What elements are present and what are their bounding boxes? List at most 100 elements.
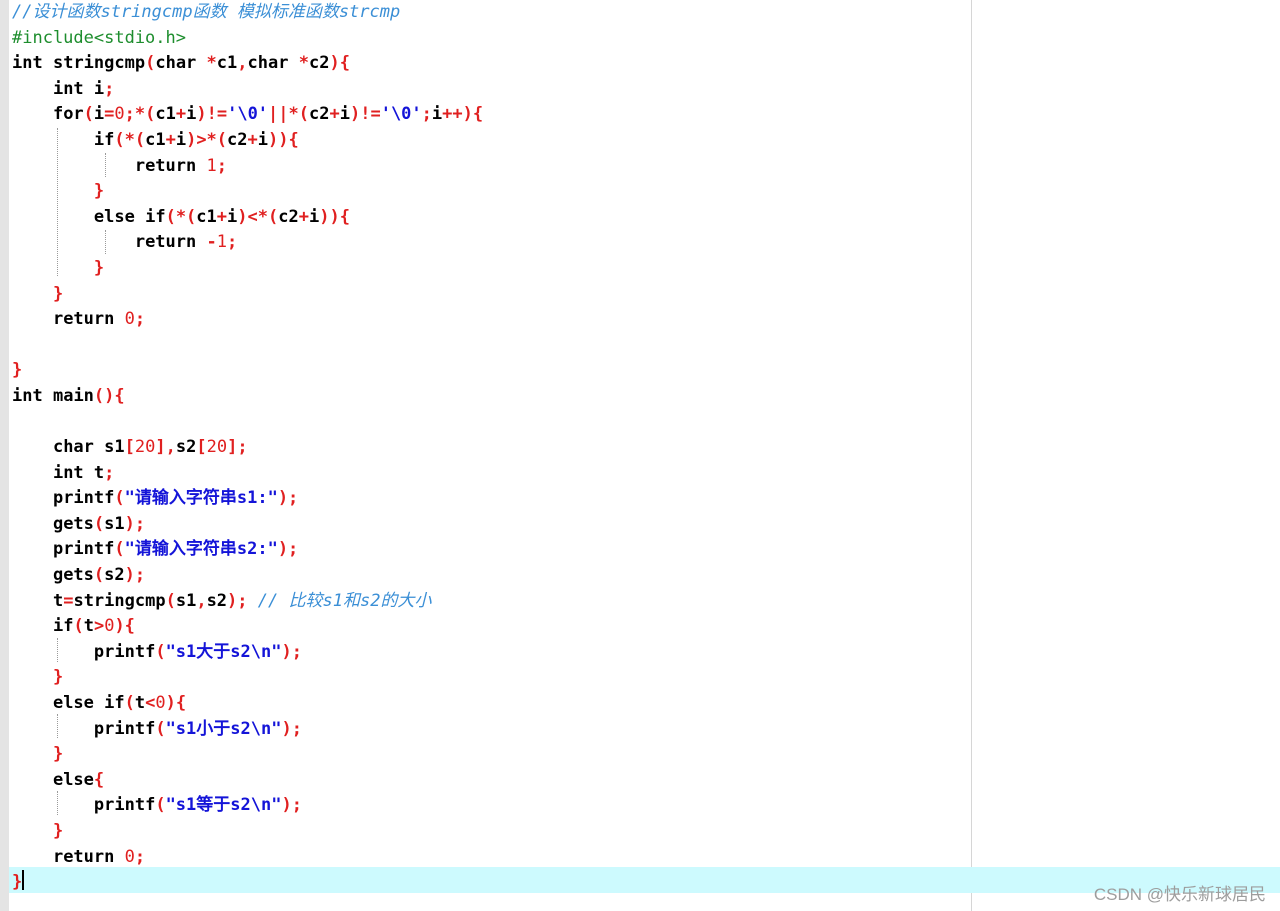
code-token-sp <box>12 437 53 457</box>
code-token-str: '\0' <box>380 104 422 125</box>
code-line[interactable]: } <box>12 819 483 845</box>
code-token-sp <box>114 309 124 329</box>
code-line[interactable]: //设计函数stringcmp函数 模拟标准函数strcmp <box>12 0 483 26</box>
code-token-op: = <box>104 104 115 125</box>
code-token-sp <box>12 156 135 176</box>
code-line[interactable]: if(*(c1+i)>*(c2+i)){ <box>12 128 483 154</box>
code-line[interactable]: } <box>12 742 483 768</box>
code-line[interactable]: printf("s1小于s2\n"); <box>12 717 483 743</box>
code-line[interactable]: } <box>12 179 483 205</box>
code-token-op: ( <box>155 718 166 739</box>
code-token-op: - <box>206 232 217 253</box>
code-line[interactable]: if(t>0){ <box>12 614 483 640</box>
code-token-op: ); <box>277 539 299 560</box>
code-token-num: 0 <box>155 693 166 714</box>
code-token-op: ; <box>134 309 146 330</box>
code-token-sp <box>135 207 145 227</box>
editor-gutter <box>0 0 9 911</box>
code-token-kw: int <box>52 78 84 99</box>
code-token-id: i <box>227 206 238 227</box>
code-token-str: "请输入字符串s1:" <box>124 488 278 509</box>
code-line[interactable]: printf("s1等于s2\n"); <box>12 793 483 819</box>
code-line[interactable]: else if(*(c1+i)<*(c2+i)){ <box>12 205 483 231</box>
code-token-op: ){ <box>329 53 350 74</box>
code-line[interactable]: int t; <box>12 461 483 487</box>
code-token-kw: for <box>52 104 84 125</box>
code-token-id: s1 <box>104 513 125 534</box>
code-line[interactable]: t=stringcmp(s1,s2); // 比较s1和s2的大小 <box>12 589 483 615</box>
code-token-num: 0 <box>114 104 125 125</box>
code-token-sp <box>12 667 53 687</box>
code-line[interactable]: } <box>12 282 483 308</box>
code-line[interactable]: char s1[20],s2[20]; <box>12 435 483 461</box>
code-line[interactable]: } <box>12 870 483 896</box>
code-token-op: ; <box>216 155 227 176</box>
code-token-sp <box>12 719 94 739</box>
code-token-op: ], <box>155 437 176 458</box>
code-token-num: 1 <box>216 232 227 253</box>
code-line[interactable]: for(i=0;*(c1+i)!='\0'||*(c2+i)!='\0';i++… <box>12 102 483 128</box>
code-token-sp <box>196 156 206 176</box>
code-token-op: } <box>93 257 105 278</box>
code-editor[interactable]: //设计函数stringcmp函数 模拟标准函数strcmp #include<s… <box>0 0 1280 911</box>
code-line[interactable]: int i; <box>12 77 483 103</box>
code-area[interactable]: //设计函数stringcmp函数 模拟标准函数strcmp #include<s… <box>12 0 483 896</box>
code-line[interactable]: } <box>12 256 483 282</box>
csdn-watermark: CSDN @快乐新球居民 <box>1093 885 1266 904</box>
code-token-op: )!= <box>349 104 381 125</box>
code-token-id: c1 <box>216 53 238 74</box>
code-token-str: "s1小于s2\n" <box>165 718 282 739</box>
code-token-op: ){ <box>165 693 187 714</box>
code-line[interactable]: printf("s1大于s2\n"); <box>12 640 483 666</box>
code-token-kw: return <box>52 309 115 330</box>
code-token-id: main <box>52 385 94 406</box>
code-token-kw: char <box>52 437 94 458</box>
code-token-id: printf <box>93 795 156 816</box>
code-line[interactable]: #include<stdio.h> <box>12 26 483 52</box>
code-token-op: ); <box>124 513 146 534</box>
code-token-str: "s1大于s2\n" <box>165 641 282 662</box>
code-line[interactable]: return 0; <box>12 307 483 333</box>
code-line[interactable]: gets(s2); <box>12 563 483 589</box>
code-token-id: stringcmp <box>73 590 166 611</box>
code-line[interactable]: printf("请输入字符串s2:"); <box>12 537 483 563</box>
code-token-op: (){ <box>93 385 125 406</box>
code-token-sp <box>12 514 53 534</box>
code-token-op: } <box>52 283 64 304</box>
code-token-id: s1 <box>104 437 125 458</box>
code-token-op: < <box>145 693 156 714</box>
code-token-sp <box>12 616 53 636</box>
code-token-op: ){ <box>114 616 135 637</box>
code-line[interactable]: else if(t<0){ <box>12 691 483 717</box>
code-line[interactable]: int stringcmp(char *c1,char *c2){ <box>12 51 483 77</box>
code-line[interactable]: gets(s1); <box>12 512 483 538</box>
code-line[interactable]: ​ <box>12 410 483 436</box>
code-token-op: * <box>298 53 309 74</box>
code-token-kw: if <box>104 693 125 714</box>
code-token-id: printf <box>93 718 156 739</box>
code-token-op: )<*( <box>237 206 279 227</box>
code-token-sp <box>43 53 53 73</box>
indent-guide <box>57 791 58 815</box>
code-token-op: ); <box>124 565 146 586</box>
code-token-sp <box>288 53 298 73</box>
edge-column-line <box>971 0 972 911</box>
code-token-sp <box>12 181 94 201</box>
code-token-op: + <box>298 206 309 227</box>
code-token-kw: else <box>93 206 135 227</box>
code-line[interactable]: return 1; <box>12 154 483 180</box>
code-line[interactable]: return -1; <box>12 230 483 256</box>
code-line[interactable]: int main(){ <box>12 384 483 410</box>
code-token-kw: return <box>52 846 115 867</box>
code-token-id: s2 <box>104 565 125 586</box>
code-token-op: ;*( <box>124 104 156 125</box>
code-line[interactable]: } <box>12 358 483 384</box>
code-token-id: i <box>93 104 105 125</box>
code-line[interactable]: ​ <box>12 333 483 359</box>
code-line[interactable]: return 0; <box>12 845 483 871</box>
code-token-kw: return <box>134 155 197 176</box>
code-line[interactable]: } <box>12 665 483 691</box>
code-line[interactable]: else{ <box>12 768 483 794</box>
code-token-op: + <box>216 206 228 227</box>
code-line[interactable]: printf("请输入字符串s1:"); <box>12 486 483 512</box>
